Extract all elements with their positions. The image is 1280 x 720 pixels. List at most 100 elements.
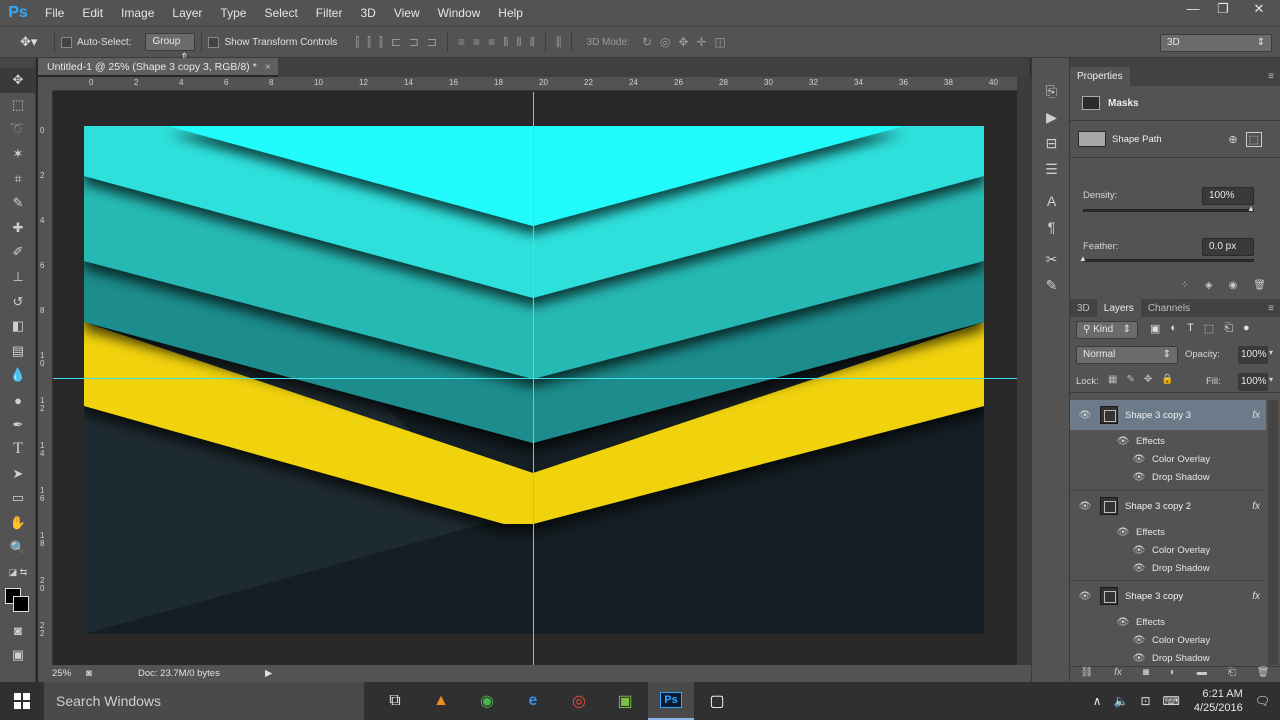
menu-edit[interactable]: Edit: [73, 0, 112, 26]
filter-type-icon[interactable]: T: [1187, 322, 1194, 335]
feather-slider[interactable]: [1083, 259, 1254, 262]
pen-tool-icon[interactable]: ✒: [0, 412, 36, 437]
clock[interactable]: 6:21 AM 4/25/2016: [1194, 687, 1243, 715]
effect-row[interactable]: 👁 Drop Shadow: [1132, 559, 1210, 577]
align-left-icon[interactable]: ⊏: [391, 35, 401, 49]
effect-row[interactable]: 👁 Drop Shadow: [1132, 468, 1210, 486]
minimize-button[interactable]: —: [1178, 0, 1208, 20]
filter-pixel-icon[interactable]: ▣: [1150, 322, 1160, 335]
new-adjustment-icon[interactable]: ◐: [1170, 667, 1176, 682]
menu-layer[interactable]: Layer: [163, 0, 211, 26]
layer-row[interactable]: 👁 Shape 3 copy fx 👁 Effects 👁 Color Overla…: [1070, 580, 1266, 665]
menu-3d[interactable]: 3D: [351, 0, 384, 26]
vertical-ruler[interactable]: 0 2 4 6 8 1 0 1 2 1 4 1 6 1 8 2 0 2 2: [38, 91, 53, 665]
density-slider[interactable]: [1083, 209, 1254, 212]
effect-row[interactable]: 👁 Drop Shadow: [1132, 649, 1210, 665]
crop-tool-icon[interactable]: ⌗: [0, 166, 36, 191]
visibility-eye-icon[interactable]: 👁: [1070, 501, 1100, 512]
quick-mask-icon[interactable]: ◙: [0, 618, 36, 643]
3d-pan-icon[interactable]: ✥: [678, 35, 688, 49]
link-layers-icon[interactable]: ⛓: [1080, 667, 1093, 682]
distribute-right-icon[interactable]: ⦀: [530, 35, 535, 50]
layer-main[interactable]: 👁 Shape 3 copy 3 fx: [1070, 400, 1266, 430]
fill-arrow-icon[interactable]: ▾: [1269, 375, 1273, 384]
layer-main[interactable]: 👁 Shape 3 copy fx: [1070, 581, 1266, 611]
align-top-icon[interactable]: ⫿: [355, 35, 359, 50]
add-mask-icon[interactable]: ◙: [1143, 667, 1149, 682]
distribute-vcenter-icon[interactable]: ≡: [473, 35, 480, 49]
restore-button[interactable]: ❐: [1208, 0, 1238, 20]
layer-row[interactable]: 👁 Shape 3 copy 3 fx 👁 Effects 👁 Color Over…: [1070, 400, 1266, 490]
align-right-icon[interactable]: ⊐: [427, 35, 437, 49]
actions-panel-icon[interactable]: ▶: [1032, 104, 1071, 130]
fx-icon[interactable]: fx: [1252, 591, 1260, 602]
delete-layer-icon[interactable]: 🗑: [1257, 667, 1270, 682]
document-scrollbar[interactable]: [1017, 77, 1031, 665]
layer-comps-panel-icon[interactable]: ☰: [1032, 156, 1071, 182]
effect-eye-icon[interactable]: 👁: [1132, 635, 1146, 646]
effect-eye-icon[interactable]: 👁: [1132, 454, 1146, 465]
brush-tool-icon[interactable]: ✐: [0, 240, 36, 265]
camtasia-recorder-icon[interactable]: ▢: [694, 682, 740, 720]
history-brush-tool-icon[interactable]: ↺: [0, 289, 36, 314]
apply-mask-icon[interactable]: ◈: [1205, 280, 1213, 298]
history-panel-icon[interactable]: ⎘: [1032, 78, 1071, 104]
effect-row[interactable]: 👁 Color Overlay: [1132, 631, 1210, 649]
workspace-dropdown[interactable]: 3D ⇕: [1160, 34, 1272, 52]
layer-main[interactable]: 👁 Shape 3 copy 2 fx: [1070, 491, 1266, 521]
align-bottom-icon[interactable]: ⫿: [379, 35, 383, 50]
effects-eye-icon[interactable]: 👁: [1116, 436, 1130, 447]
color-swatches[interactable]: [0, 584, 36, 618]
volume-icon[interactable]: 🔈: [1113, 694, 1128, 708]
effect-eye-icon[interactable]: 👁: [1132, 545, 1146, 556]
status-menu-arrow-icon[interactable]: ▶: [265, 668, 272, 679]
layers-menu-icon[interactable]: ≡: [1268, 303, 1274, 314]
panel-menu-icon[interactable]: ≡: [1268, 71, 1274, 82]
rectangle-tool-icon[interactable]: ▭: [0, 486, 36, 511]
align-hcenter-icon[interactable]: ⊐: [409, 35, 419, 49]
add-vector-mask-icon[interactable]: ⬚: [1245, 131, 1262, 147]
eyedropper-tool-icon[interactable]: ✎: [0, 191, 36, 216]
show-transform-checkbox[interactable]: [208, 36, 220, 48]
effects-row[interactable]: 👁 Effects: [1116, 432, 1165, 450]
character-panel-icon[interactable]: A: [1032, 188, 1071, 214]
lasso-tool-icon[interactable]: ➰: [0, 117, 36, 142]
adjustments-panel-icon[interactable]: ⊟: [1032, 130, 1071, 156]
menu-image[interactable]: Image: [112, 0, 163, 26]
toggle-mask-icon[interactable]: ◉: [1229, 280, 1238, 298]
start-button[interactable]: [0, 682, 44, 720]
menu-select[interactable]: Select: [255, 0, 306, 26]
zoom-tool-icon[interactable]: 🔍: [0, 535, 36, 560]
layers-scrollbar[interactable]: [1268, 400, 1278, 665]
auto-select-dropdown[interactable]: Group ⇕: [145, 33, 196, 63]
add-style-icon[interactable]: fx: [1114, 667, 1122, 682]
filter-toggle-icon[interactable]: ●: [1243, 322, 1250, 335]
auto-align-icon[interactable]: ⫼: [556, 35, 562, 50]
tab-layers[interactable]: Layers: [1096, 298, 1141, 318]
move-tool-preset-icon[interactable]: ✥▾: [20, 34, 48, 50]
menu-type[interactable]: Type: [211, 0, 255, 26]
density-slider-thumb-icon[interactable]: ▲: [1247, 204, 1255, 213]
3d-scale-icon[interactable]: ◫: [714, 35, 725, 49]
path-selection-tool-icon[interactable]: ➤: [0, 462, 36, 487]
auto-select-checkbox[interactable]: [61, 36, 72, 48]
menu-view[interactable]: View: [385, 0, 429, 26]
chrome-browser-icon[interactable]: ◎: [556, 682, 602, 720]
layer-filter-dropdown[interactable]: ⚲ Kind ⇕: [1076, 321, 1138, 339]
eraser-tool-icon[interactable]: ◧: [0, 314, 36, 339]
tool-presets-panel-icon[interactable]: ✂: [1032, 246, 1071, 272]
add-pixel-mask-icon[interactable]: ⊕: [1228, 133, 1237, 146]
blur-tool-icon[interactable]: 💧: [0, 363, 36, 388]
edge-browser-icon[interactable]: e: [510, 682, 556, 720]
gradient-tool-icon[interactable]: ▤: [0, 339, 36, 364]
close-document-icon[interactable]: ×: [265, 61, 271, 73]
density-field[interactable]: 100%: [1202, 187, 1254, 205]
paragraph-panel-icon[interactable]: ¶: [1032, 214, 1071, 240]
new-layer-icon[interactable]: ⎗: [1228, 667, 1236, 682]
effects-eye-icon[interactable]: 👁: [1116, 617, 1130, 628]
distribute-top-icon[interactable]: ≡: [458, 35, 465, 49]
brush-presets-panel-icon[interactable]: ✎: [1032, 272, 1071, 298]
close-button[interactable]: ✕: [1238, 0, 1280, 20]
blend-mode-dropdown[interactable]: Normal ⇕: [1076, 346, 1178, 364]
distribute-hcenter-icon[interactable]: ⦀: [516, 35, 521, 50]
